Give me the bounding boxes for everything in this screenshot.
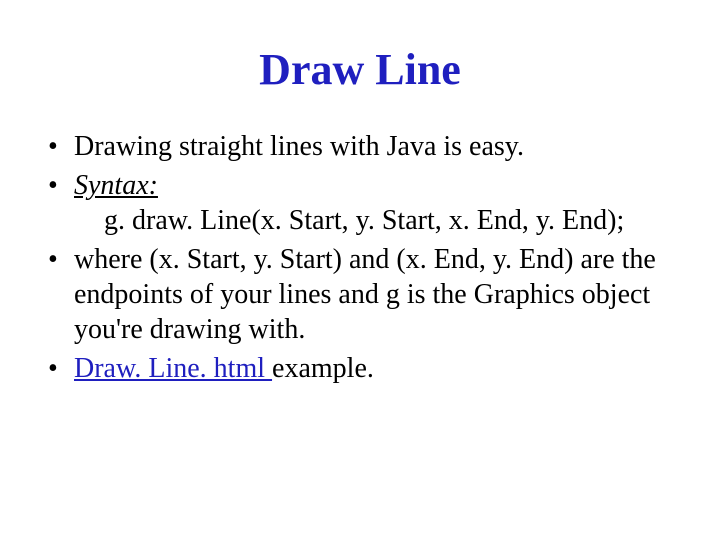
slide: Draw Line Drawing straight lines with Ja… <box>0 44 720 540</box>
bullet-item: Draw. Line. html example. <box>40 351 680 386</box>
bullet-text: example. <box>272 353 374 384</box>
bullet-text: Drawing straight lines with Java is easy… <box>74 131 524 162</box>
bullet-text: where (x. Start, y. Start) and (x. End, … <box>74 244 656 345</box>
syntax-label: Syntax: <box>74 170 158 201</box>
slide-title: Draw Line <box>0 44 720 95</box>
bullet-item: Drawing straight lines with Java is easy… <box>40 129 680 164</box>
bullet-list: Drawing straight lines with Java is easy… <box>0 129 720 386</box>
drawline-link[interactable]: Draw. Line. html <box>74 353 272 384</box>
bullet-item: where (x. Start, y. Start) and (x. End, … <box>40 242 680 347</box>
syntax-code: g. draw. Line(x. Start, y. Start, x. End… <box>74 203 680 238</box>
bullet-item: Syntax: g. draw. Line(x. Start, y. Start… <box>40 168 680 238</box>
